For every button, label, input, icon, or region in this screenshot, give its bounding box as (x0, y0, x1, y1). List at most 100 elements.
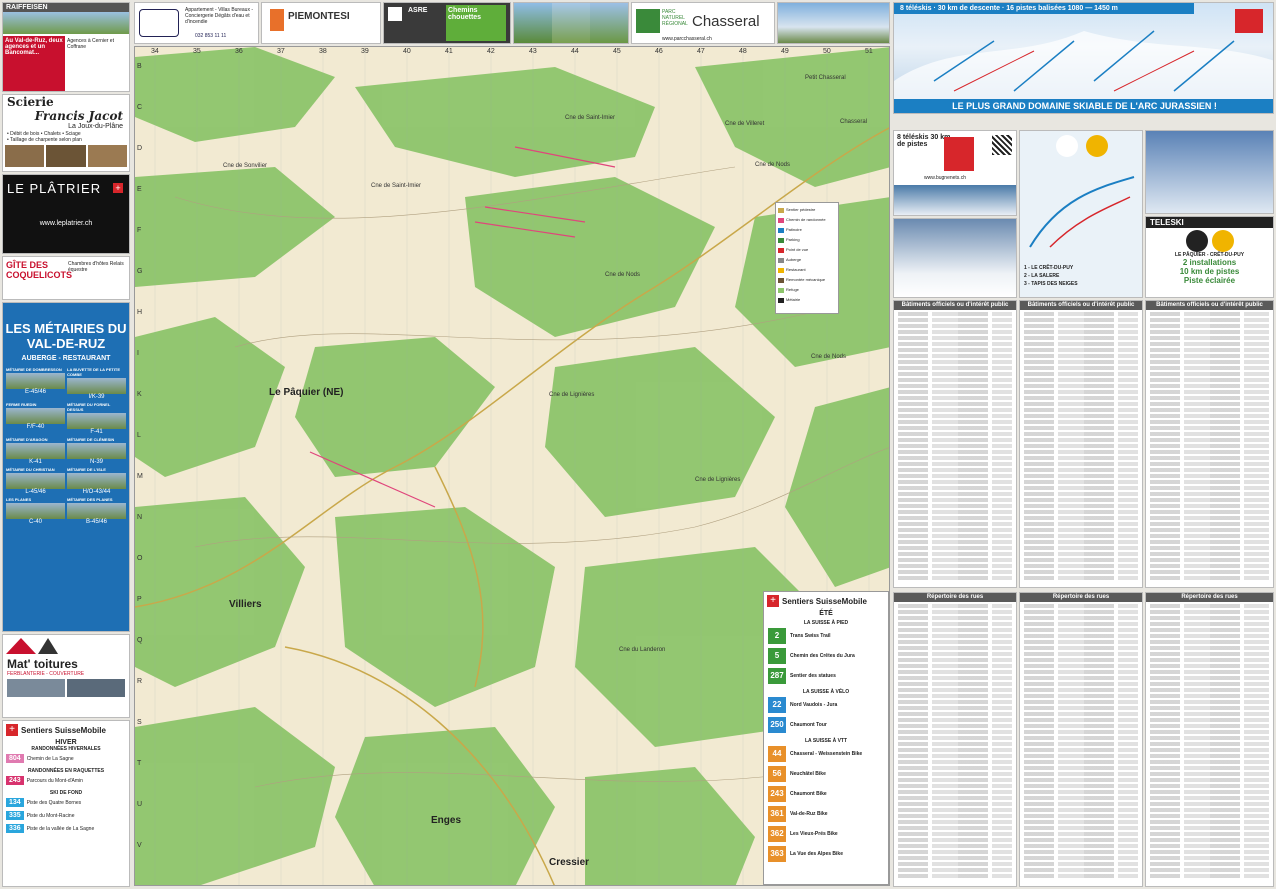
route-row[interactable]: 287 Sentier des statues (764, 666, 888, 686)
chasseral-site[interactable]: www.parcchasseral.ch (662, 36, 712, 42)
directory-entry (1150, 736, 1269, 740)
swiss-cross-icon: + (113, 183, 123, 193)
route-row[interactable]: 363 La Vue des Alpes Bike (764, 844, 888, 864)
grid-row-label: F (137, 227, 142, 234)
directory-entry (898, 628, 1012, 632)
directory-entry (1024, 766, 1138, 770)
directory-entry (898, 730, 1012, 734)
directory-entry (898, 706, 1012, 710)
route-row[interactable]: 243 Chaumont Bike (764, 784, 888, 804)
grid-column-label: 34 (151, 48, 159, 55)
parc-logo-icon (636, 9, 660, 33)
chasseral-ad: PARC NATUREL RÉGIONAL Chasseral www.parc… (631, 2, 775, 44)
route-name[interactable]: Parcours du Mont-d'Amin (27, 778, 83, 784)
route-row[interactable]: 250 Chaumont Tour (764, 715, 888, 735)
grid-column-label: 35 (193, 48, 201, 55)
directory-entry (898, 552, 1012, 556)
directory-entry (898, 342, 1012, 346)
legend-item: Métairie (778, 295, 836, 305)
directory-entry (1150, 354, 1269, 358)
teleski-ad: TELESKI LE PÂQUIER - CRÊT-DU-PUY 2 insta… (1145, 216, 1274, 298)
town-label[interactable]: Cressier (549, 857, 589, 868)
metairie-card[interactable]: MÉTAIRIE DU CHRISTIAN L-45/46 (6, 467, 65, 495)
route-row[interactable]: 56 Neuchâtel Bike (764, 764, 888, 784)
piemontesi-ad: PIEMONTESI (261, 2, 381, 44)
route-name[interactable]: Piste de la vallée de La Sagne (27, 826, 95, 832)
directory-entry (1150, 868, 1269, 872)
grid-left-labels: B C D E F G H I K L M N O P Q R S T U V (135, 47, 145, 885)
route-row[interactable]: 2 Trans Swiss Trail (764, 626, 888, 646)
directory-entry (898, 558, 1012, 562)
legend-swatch (778, 217, 784, 223)
metairie-card[interactable]: LA BUVETTE DE LA PETITE COMBE I/K-39 (67, 367, 126, 400)
metairie-grid-code: N-39 (89, 459, 103, 465)
directory-entry (898, 832, 1012, 836)
legend-swatch (778, 287, 784, 293)
directory-entry (1024, 354, 1138, 358)
metairie-photo (67, 503, 126, 519)
grid-column-label: 45 (613, 48, 621, 55)
directory-entry (1150, 414, 1269, 418)
town-label[interactable]: Le Pâquier (NE) (269, 387, 343, 398)
grid-top-labels: 34 35 36 37 38 39 40 41 42 43 44 45 46 47 48 49 50 51 (135, 47, 889, 57)
directory-entry (1150, 628, 1269, 632)
directory-entry (1150, 856, 1269, 860)
metairie-photo (67, 473, 126, 489)
directory-entry (1024, 796, 1138, 800)
metairie-card[interactable]: MÉTAIRIE DES PLANES B-45/46 (67, 497, 126, 525)
grid-row-label: O (137, 555, 143, 562)
topographic-map[interactable]: 34 35 36 37 38 39 40 41 42 43 44 45 46 47 48 49 50 51 B C D… (134, 46, 890, 886)
route-name: Chaumont Bike (790, 791, 827, 797)
directory-entry (1024, 748, 1138, 752)
directory-entry (1024, 420, 1138, 424)
chasseral-subtitle: PARC NATUREL RÉGIONAL (662, 9, 688, 27)
directory-entry (1150, 456, 1269, 460)
town-label[interactable]: Villiers (229, 599, 262, 610)
directory-entry (1150, 576, 1269, 580)
route-row[interactable]: 362 Les Vieux-Prés Bike (764, 824, 888, 844)
directory-entry (898, 324, 1012, 328)
platrier-url[interactable]: www.leplatrier.ch (3, 220, 129, 227)
metairie-card[interactable]: MÉTAIRIE DU FORNEL DESSUS F-41 (67, 402, 126, 435)
directory-entry (1024, 390, 1138, 394)
directory-entry (1150, 826, 1269, 830)
directory-entry (1150, 432, 1269, 436)
metairie-card[interactable]: FERME RUEDIN F/F-40 (6, 402, 65, 435)
route-name[interactable]: Piste des Quatre Bornes (27, 800, 81, 806)
directory-entry (1024, 772, 1138, 776)
directory-entry (1024, 820, 1138, 824)
route-row[interactable]: 44 Chasseral - Weissenstein Bike (764, 744, 888, 764)
directory-entry (1024, 808, 1138, 812)
teleski-light: Piste éclairée (1183, 276, 1236, 285)
directory-entry (898, 772, 1012, 776)
directory-entry (898, 754, 1012, 758)
route-row[interactable]: 361 Val-de-Ruz Bike (764, 804, 888, 824)
metairie-card[interactable]: MÉTAIRIE DE L'ISLE H/O-43/44 (67, 467, 126, 495)
metairie-card[interactable]: MÉTAIRIE DE DOMBRESSON E-45/46 (6, 367, 65, 400)
metairie-card[interactable]: MÉTAIRIE DE CLÉMESIN N-39 (67, 437, 126, 465)
gite-title: GÎTE DES COQUELICOTS (6, 260, 73, 280)
raiffeisen-tagline: Au Val-de-Ruz, deux agences et un Bancom… (3, 36, 65, 91)
ski-site[interactable]: www.bugnenets.ch (924, 175, 966, 181)
directory-entry (1024, 360, 1138, 364)
legend-label: Patinoire (786, 227, 802, 232)
route-number: 363 (768, 846, 786, 862)
route-name: Chemin des Crêtes du Jura (790, 653, 855, 659)
ski-photo (894, 185, 1016, 215)
metairie-card[interactable]: LES PLANES C-40 (6, 497, 65, 525)
route-row[interactable]: 5 Chemin des Crêtes du Jura (764, 646, 888, 666)
directory-entry (1024, 850, 1138, 854)
directory-entry (1024, 342, 1138, 346)
town-label[interactable]: Enges (431, 815, 461, 826)
directory-entry (898, 312, 1012, 316)
route-row[interactable]: 22 Nord Vaudois - Jura (764, 695, 888, 715)
metairies-title: LES MÉTAIRIES DU VAL-DE-RUZ (5, 321, 127, 351)
route-name[interactable]: Chemin de La Sagne (27, 756, 74, 762)
metairie-photo (6, 373, 65, 389)
grid-column-label: 44 (571, 48, 579, 55)
piemontesi-logo-icon (270, 9, 284, 31)
legend-swatch (778, 267, 784, 273)
metairie-card[interactable]: MÉTAIRIE D'ARAGON K-41 (6, 437, 65, 465)
route-name[interactable]: Piste du Mont-Racine (27, 813, 75, 819)
directory-entry (1024, 634, 1138, 638)
